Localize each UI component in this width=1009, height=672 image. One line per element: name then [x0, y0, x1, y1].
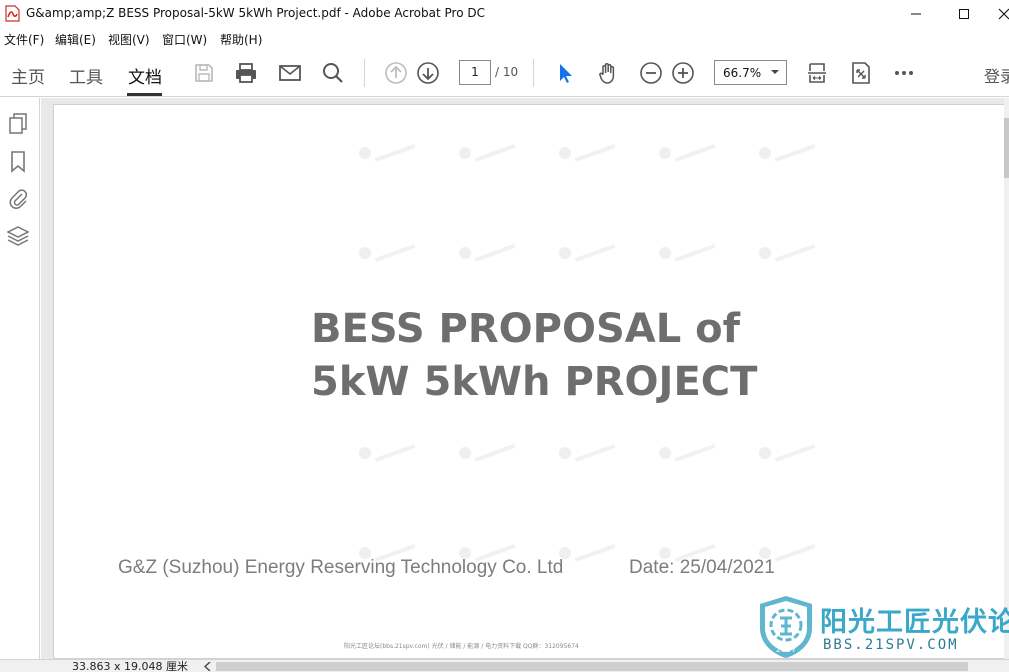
print-icon	[236, 63, 256, 83]
chevron-down-icon	[771, 70, 779, 74]
arrow-up-circle-icon	[385, 62, 407, 84]
zoom-out-icon	[640, 62, 662, 84]
watermark-stamp	[759, 143, 819, 163]
hand-icon	[599, 63, 615, 84]
watermark-stamp	[559, 143, 619, 163]
forum-watermark-logo: 2007 阳光工匠光伏论坛 BBS.21SPV.COM	[757, 594, 1009, 660]
arrow-down-circle-icon	[417, 62, 439, 84]
main-toolbar: 主页 工具 文档 1 / 10 66.7% 登录	[0, 49, 1009, 97]
layers-button[interactable]	[6, 224, 30, 248]
bookmarks-button[interactable]	[7, 150, 29, 174]
menu-file[interactable]: 文件(F)	[4, 31, 44, 48]
search-icon	[323, 63, 343, 83]
zoom-out-button[interactable]	[639, 61, 663, 85]
more-tools-button[interactable]	[892, 61, 916, 85]
vertical-scrollbar[interactable]	[1004, 98, 1009, 659]
expand-page-icon	[852, 62, 870, 84]
menu-edit[interactable]: 编辑(E)	[55, 31, 96, 48]
watermark-stamp	[459, 443, 519, 463]
left-navigation-panel	[0, 98, 40, 672]
watermark-stamp	[459, 243, 519, 263]
status-bar: 33.863 x 19.048 厘米	[0, 659, 1009, 672]
maximize-icon	[959, 9, 969, 19]
company-name: G&Z (Suzhou) Energy Reserving Technology…	[118, 557, 564, 578]
scroll-left-arrow-icon[interactable]	[204, 662, 212, 671]
watermark-stamp	[559, 543, 619, 563]
more-icon	[895, 71, 913, 75]
close-icon	[998, 8, 1009, 20]
signin-link[interactable]: 登录	[984, 63, 1009, 87]
pointer-icon	[560, 64, 572, 83]
print-button[interactable]	[234, 61, 258, 85]
zoom-value: 66.7%	[723, 66, 762, 80]
active-tab-indicator	[127, 93, 162, 96]
watermark-stamp	[559, 443, 619, 463]
scrollbar-thumb[interactable]	[1004, 118, 1009, 178]
toolbar-separator	[364, 59, 365, 87]
watermark-stamp	[459, 143, 519, 163]
pdf-file-icon	[5, 5, 20, 22]
pdf-page: BESS PROPOSAL of 5kW 5kWh PROJECT G&Z (S…	[53, 104, 1005, 659]
watermark-stamp	[659, 443, 719, 463]
horizontal-scrollbar[interactable]	[216, 662, 968, 671]
previous-page-button[interactable]	[384, 61, 408, 85]
fit-page-button[interactable]	[805, 61, 829, 85]
document-viewer[interactable]: BESS PROPOSAL of 5kW 5kWh PROJECT G&Z (S…	[41, 98, 1009, 659]
next-page-button[interactable]	[416, 61, 440, 85]
save-icon	[195, 64, 213, 82]
save-button[interactable]	[192, 61, 216, 85]
menu-help[interactable]: 帮助(H)	[220, 31, 262, 48]
zoom-in-icon	[672, 62, 694, 84]
menu-bar: 文件(F) 编辑(E) 视图(V) 窗口(W) 帮助(H)	[0, 28, 1009, 49]
select-tool-button[interactable]	[553, 61, 577, 85]
title-bar: G&amp;amp;Z BESS Proposal-5kW 5kWh Proje…	[0, 0, 1009, 28]
fit-page-icon	[808, 63, 826, 83]
window-title: G&amp;amp;Z BESS Proposal-5kW 5kWh Proje…	[26, 6, 485, 20]
title-line-1: BESS PROPOSAL of	[311, 306, 741, 352]
attachments-button[interactable]	[7, 186, 29, 210]
zoom-in-button[interactable]	[671, 61, 695, 85]
email-button[interactable]	[278, 61, 302, 85]
document-date: Date: 25/04/2021	[629, 557, 775, 578]
zoom-level-select[interactable]: 66.7%	[714, 60, 787, 85]
watermark-stamp	[659, 143, 719, 163]
document-title: BESS PROPOSAL of 5kW 5kWh PROJECT	[311, 303, 757, 409]
watermark-stamp	[359, 443, 419, 463]
shield-logo-icon: 2007	[760, 596, 812, 658]
minimize-button[interactable]	[893, 0, 939, 28]
tab-home[interactable]: 主页	[11, 63, 45, 88]
layers-icon	[6, 226, 30, 246]
pages-icon	[9, 113, 27, 134]
title-line-2: 5kW 5kWh PROJECT	[311, 359, 758, 405]
toolbar-separator	[533, 59, 534, 87]
page-dimensions: 33.863 x 19.048 厘米	[72, 660, 188, 672]
bookmark-icon	[11, 151, 25, 173]
close-button[interactable]	[981, 0, 1009, 28]
page-total: / 10	[495, 65, 519, 79]
logo-forum-name: 阳光工匠光伏论坛	[820, 607, 1009, 638]
watermark-stamp	[559, 243, 619, 263]
watermark-stamp	[359, 143, 419, 163]
logo-year: 2007	[776, 645, 796, 654]
minimize-icon	[911, 13, 921, 15]
hand-tool-button[interactable]	[596, 61, 620, 85]
watermark-stamp	[759, 443, 819, 463]
envelope-icon	[279, 65, 301, 81]
logo-url: BBS.21SPV.COM	[823, 637, 959, 653]
tab-document[interactable]: 文档	[128, 63, 162, 88]
paperclip-icon	[9, 189, 28, 209]
watermark-stamp	[759, 243, 819, 263]
menu-window[interactable]: 窗口(W)	[162, 31, 207, 48]
page-thumbnails-button[interactable]	[7, 112, 29, 136]
page-footer: 阳光工匠论坛(bbs.21spv.com) 光伏 / 储能 / 能源 / 电力资…	[344, 643, 579, 650]
page-number-input[interactable]: 1	[459, 60, 491, 85]
watermark-stamp	[359, 243, 419, 263]
watermark-stamp	[659, 243, 719, 263]
search-button[interactable]	[321, 61, 345, 85]
tab-tools[interactable]: 工具	[69, 63, 103, 88]
menu-view[interactable]: 视图(V)	[108, 31, 150, 48]
read-mode-button[interactable]	[849, 61, 873, 85]
